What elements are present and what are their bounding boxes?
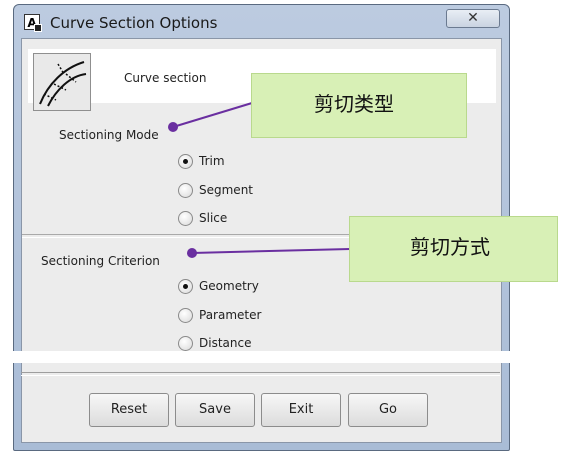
criterion-callout-text: 剪切方式 — [410, 235, 490, 259]
criterion-pointer-dot — [187, 248, 197, 258]
mode-callout-box: 剪切类型 — [251, 73, 467, 138]
criterion-pointer-line — [191, 248, 351, 254]
mode-callout-text: 剪切类型 — [314, 92, 394, 116]
mode-pointer-line — [172, 102, 253, 128]
criterion-callout-box: 剪切方式 — [349, 216, 558, 282]
mode-pointer-dot — [168, 122, 178, 132]
